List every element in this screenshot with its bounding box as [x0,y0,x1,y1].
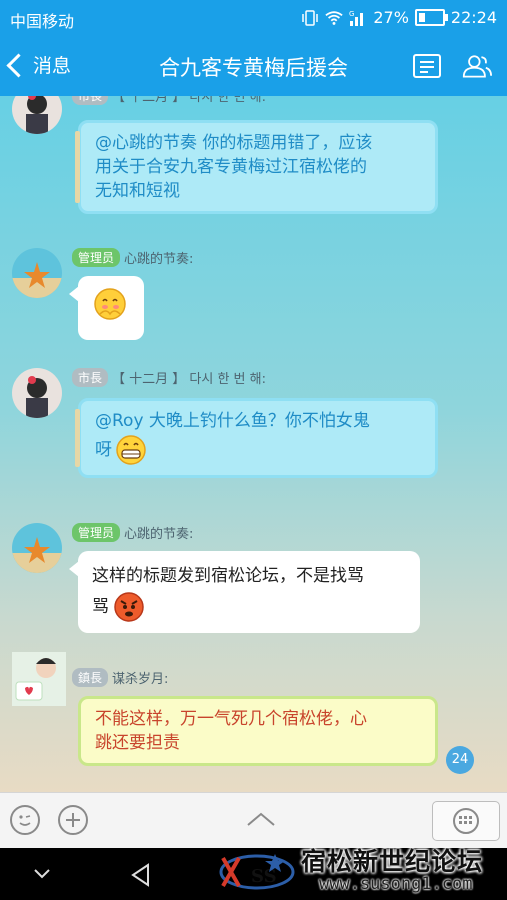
sender-name: 【 十二月 】 다시 한 번 해: [112,372,266,387]
message-text-line: 呀 [95,440,112,460]
clock: 22:24 [450,8,497,27]
chat-area[interactable]: 市長 【 十二月 】 다시 한 번 해: @心跳的节奏 你的标题用错了，应该 用… [0,96,507,792]
avatar[interactable] [12,523,62,573]
avatar-image [12,652,66,706]
sender-name: 【 十二月 】 다시 한 번 해: [112,96,266,105]
back-chevron-icon [6,53,31,78]
sender-line: 鎮長 谋杀岁月: [72,668,168,687]
sender-line: 市長 【 十二月 】 다시 한 번 해: [72,368,266,387]
svg-text:G: G [349,10,354,18]
avatar[interactable] [12,96,62,134]
sender-line: 管理员 心跳的节奏: [72,248,193,267]
nav-collapse-icon[interactable] [32,868,52,880]
message-bubble[interactable]: 这样的标题发到宿松论坛，不是找骂 骂 [69,551,420,633]
title-bar: 消息 合九客专黄梅后援会 [0,36,507,96]
title-badge: 鎮長 [72,668,109,687]
signal-icon: G [349,10,364,26]
input-bar [0,792,507,849]
message-text-row: 呀 [95,433,423,467]
keyboard-icon [453,808,479,834]
avatar-image [12,523,62,573]
message-text-line: 用关于合安九客专黄梅过江宿松佬的 [95,157,367,177]
title-badge: 管理员 [72,248,121,267]
message-bubble[interactable] [69,276,144,340]
battery-icon [414,9,448,26]
message-bubble[interactable]: @Roy 大晚上钓什么鱼？你不怕女鬼 呀 [75,398,438,478]
sender-line: 管理员 心跳的节奏: [72,523,193,542]
wifi-icon [325,10,343,25]
message-text-line: 这样的标题发到宿松论坛，不是找骂 [92,566,364,586]
avatar-image [12,368,62,418]
nav-back-icon[interactable] [128,862,154,888]
sender-name: 心跳的节奏: [124,252,194,267]
message-bubble[interactable]: 不能这样，万一气死几个宿松佬，心 跳还要担责 [78,696,438,766]
sender-name: 谋杀岁月: [112,672,169,687]
emoji-icon [19,815,31,826]
back-label: 消息 [33,55,72,77]
keyboard-toggle-button[interactable] [432,801,500,841]
battery-percent: 27% [373,8,409,27]
avatar-image [12,96,62,134]
avatar[interactable] [12,368,62,418]
message-text-line: @Roy 大晚上钓什么鱼？你不怕女鬼 [95,411,370,431]
message-bubble[interactable]: @心跳的节奏 你的标题用错了，应该 用关于合安九客专黄梅过江宿松佬的 无知和短视 [75,120,438,214]
message-text-line: 骂 [92,597,109,617]
message-text-line: 不能这样，万一气死几个宿松佬，心 [95,709,367,729]
title-badge: 管理员 [72,523,121,542]
title-badge: 市長 [72,368,109,387]
shy-emoji-icon [94,288,126,320]
navigation-bar [0,848,507,900]
expand-up-icon[interactable] [246,811,276,827]
message-text-row: 骂 [92,591,406,623]
sender-name: 心跳的节奏: [124,527,194,542]
angry-emoji-icon [114,592,144,622]
plus-button[interactable] [58,805,88,835]
status-bar: 中国移动 G 27% 22:24 [0,0,507,36]
avatar[interactable] [12,248,62,298]
back-button[interactable]: 消息 [6,51,72,78]
group-notice-icon[interactable] [412,52,442,80]
message-text-line: 跳还要担责 [95,733,180,753]
grin-emoji-icon [116,435,146,465]
carrier-name: 中国移动 [10,12,75,31]
message-text-line: 无知和短视 [95,181,180,201]
avatar[interactable] [12,652,66,706]
sender-line: 市長 【 十二月 】 다시 한 번 해: [72,96,266,105]
emoji-button[interactable] [10,805,40,835]
message-text-line: @心跳的节奏 你的标题用错了，应该 [95,133,373,153]
unread-count-badge[interactable]: 24 [446,746,474,774]
vibrate-icon [302,9,319,26]
avatar-image [12,248,62,298]
title-badge: 市長 [72,96,109,105]
group-members-icon[interactable] [462,52,492,80]
status-right: G 27% 22:24 [301,8,497,27]
